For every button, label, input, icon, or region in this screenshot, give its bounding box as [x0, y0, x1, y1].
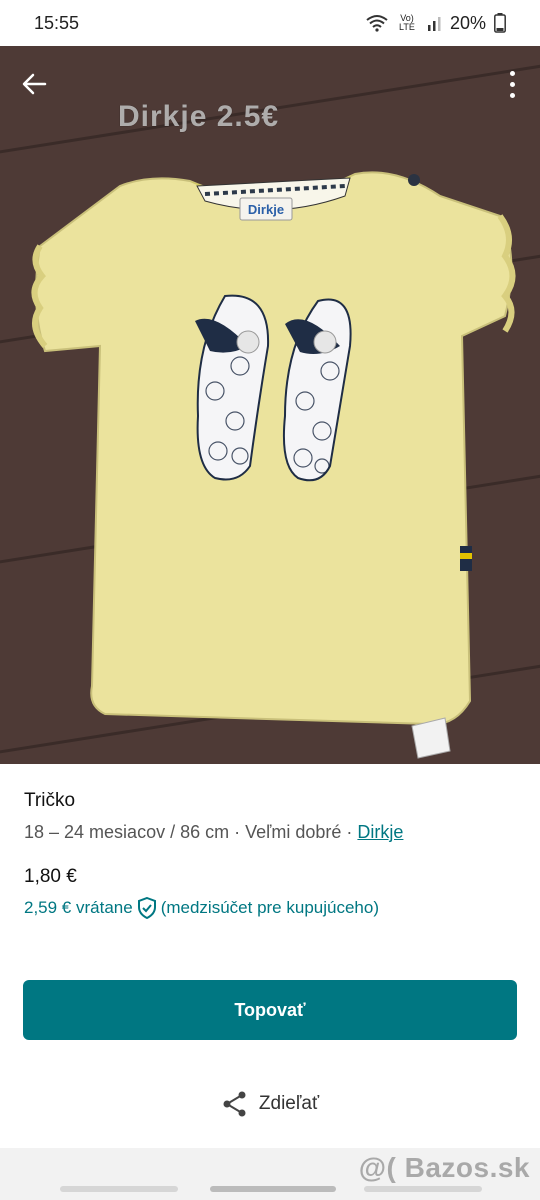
- item-price: 1,80 €: [24, 866, 77, 887]
- battery-percent: 20%: [449, 12, 486, 33]
- item-condition: Veľmi dobré: [245, 822, 342, 842]
- brand-link[interactable]: Dirkje: [357, 822, 403, 842]
- nav-indicator-home[interactable]: [210, 1186, 336, 1192]
- more-dots-icon: [509, 70, 515, 76]
- item-size: 18 – 24 mesiacov / 86 cm: [24, 822, 230, 842]
- photo-overlay-text: Dirkje 2.5€: [118, 100, 280, 133]
- back-button[interactable]: [14, 66, 54, 102]
- tshirt-image: Dirkje: [31, 171, 516, 759]
- item-meta: 18 – 24 mesiacov / 86 cm · Veľmi dobré ·…: [24, 822, 404, 842]
- tshirt-label-text: Dirkje: [248, 202, 284, 217]
- item-info: Tričko 18 – 24 mesiacov / 86 cm · Veľmi …: [24, 790, 516, 843]
- shield-check-icon: [137, 897, 156, 919]
- price-incl-value: 2,59 € vrátane: [24, 898, 133, 917]
- bazos-watermark: @( Bazos.sk: [358, 1152, 530, 1183]
- item-title: Tričko: [24, 790, 76, 811]
- bump-button[interactable]: Topovať: [23, 980, 517, 1040]
- price-with-protection[interactable]: 2,59 € vrátane (medzisúčet pre kupujúceh…: [24, 897, 379, 919]
- status-bar: 15:55 Vo) LTE 20%: [0, 0, 540, 46]
- nav-indicator-right: [364, 1186, 482, 1192]
- arrow-left-icon: [22, 73, 47, 95]
- status-icons: Vo) LTE 20%: [366, 13, 506, 34]
- wifi-icon: [366, 15, 388, 32]
- network-label: Vo) LTE: [399, 13, 415, 32]
- share-label: Zdieľať: [258, 1093, 320, 1114]
- item-photo[interactable]: Dirkje: [0, 46, 540, 764]
- nav-indicator-left: [60, 1186, 178, 1192]
- price-incl-note: (medzisúčet pre kupujúceho): [160, 898, 379, 917]
- status-time: 15:55: [34, 12, 80, 33]
- more-options-button[interactable]: [500, 66, 524, 102]
- share-icon: [223, 1091, 246, 1117]
- battery-icon: [494, 13, 506, 33]
- share-button[interactable]: Zdieľať: [0, 1090, 540, 1118]
- signal-icon: [427, 17, 441, 31]
